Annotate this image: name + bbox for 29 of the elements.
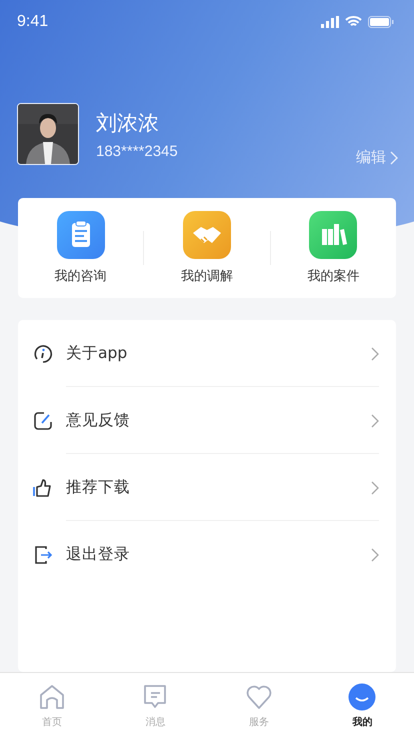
- menu-item[interactable]: 意见反馈: [18, 387, 396, 454]
- chevron-right-icon: [371, 414, 379, 428]
- thumbs-up-icon: [33, 478, 53, 498]
- home-icon: [38, 683, 66, 711]
- user-name: 刘浓浓: [96, 110, 160, 136]
- heart-icon: [244, 683, 273, 711]
- books-icon: [309, 211, 358, 259]
- shortcut-button[interactable]: 我的咨询: [18, 211, 144, 285]
- smile-icon: [348, 683, 376, 711]
- battery-icon: [368, 16, 394, 28]
- signal-icon: [321, 16, 339, 28]
- wifi-icon: [345, 16, 362, 28]
- info-icon: [33, 344, 53, 364]
- tab[interactable]: 我的: [310, 673, 414, 736]
- menu-item[interactable]: 退出登录: [18, 521, 396, 588]
- edit-icon: [33, 410, 53, 430]
- menu-item[interactable]: 关于app: [18, 320, 396, 387]
- chevron-right-icon: [371, 346, 379, 360]
- phone-number: 183****2345: [96, 142, 179, 160]
- chevron-right-icon: [371, 548, 379, 562]
- status-time: 9:41: [17, 13, 48, 31]
- shortcut-button[interactable]: 我的案件: [270, 211, 396, 285]
- logout-icon: [33, 544, 53, 564]
- handshake-icon: [182, 211, 231, 259]
- shortcut-button[interactable]: 我的调解: [144, 211, 270, 285]
- chevron-right-icon: [390, 150, 398, 164]
- menu-item[interactable]: 推荐下载: [18, 454, 396, 521]
- clipboard-icon: [56, 211, 105, 259]
- chevron-right-icon: [371, 480, 379, 494]
